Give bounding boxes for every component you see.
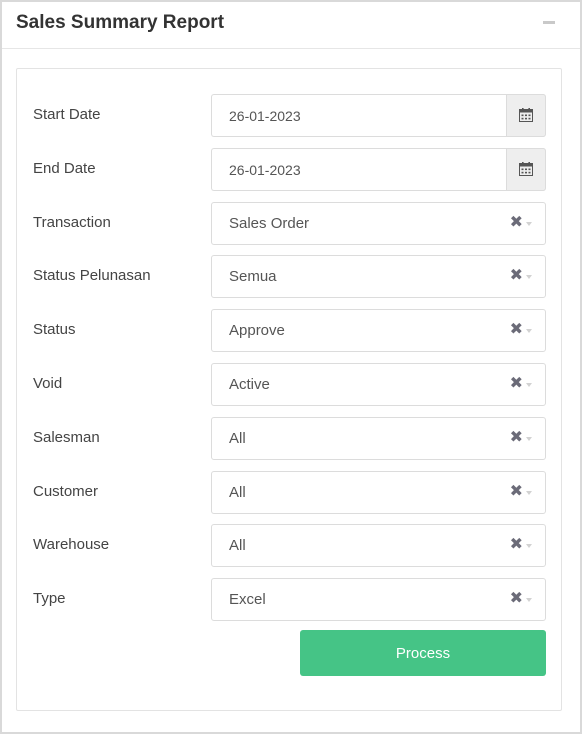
start-date-row: Start Date [17,94,561,137]
end-date-label: End Date [33,160,96,177]
panel-header: Sales Summary Report [2,2,580,49]
salesman-row: Salesman All ✖ [17,417,561,460]
clear-icon[interactable]: ✖ [510,375,523,393]
report-panel: Sales Summary Report Start Date 26-01-20… [0,0,582,734]
end-date-row: End Date [17,148,561,191]
chevron-down-icon [526,329,532,333]
customer-label: Customer [33,483,99,500]
chevron-down-icon [526,222,532,226]
chevron-down-icon [526,598,532,602]
clear-icon[interactable]: ✖ [510,267,523,285]
void-label: Void [33,375,63,392]
type-select[interactable]: Excel ✖ [211,578,546,621]
process-button[interactable]: Process [300,630,546,676]
start-date-label: Start Date [33,106,101,123]
void-row: Void Active ✖ [17,363,561,406]
status-row: Status Approve ✖ [17,309,561,352]
warehouse-row: Warehouse All ✖ [17,524,561,567]
void-select[interactable]: Active ✖ [211,363,546,406]
clear-icon[interactable]: ✖ [510,321,523,339]
warehouse-label: Warehouse [33,536,110,553]
void-value: Active [229,376,270,393]
chevron-down-icon [526,491,532,495]
calendar-icon [519,162,533,176]
calendar-icon [519,108,533,122]
salesman-select[interactable]: All ✖ [211,417,546,460]
clear-icon[interactable]: ✖ [510,483,523,501]
status-pelunasan-label: Status Pelunasan [33,267,151,284]
status-pelunasan-value: Semua [229,268,277,285]
customer-select[interactable]: All ✖ [211,471,546,514]
status-pelunasan-select[interactable]: Semua ✖ [211,255,546,298]
status-value: Approve [229,322,285,339]
clear-icon[interactable]: ✖ [510,536,523,554]
transaction-select[interactable]: Sales Order ✖ [211,202,546,245]
transaction-label: Transaction [33,214,111,231]
chevron-down-icon [526,544,532,548]
status-pelunasan-row: Status Pelunasan Semua ✖ [17,255,561,298]
type-label: Type [33,590,66,607]
status-select[interactable]: Approve ✖ [211,309,546,352]
end-date-input[interactable] [212,149,507,190]
end-date-field [211,148,546,191]
customer-value: All [229,484,246,501]
transaction-value: Sales Order [229,215,310,232]
start-date-input[interactable] [212,95,507,136]
chevron-down-icon [526,383,532,387]
customer-row: Customer All ✖ [17,471,561,514]
clear-icon[interactable]: ✖ [510,429,523,447]
salesman-label: Salesman [33,429,100,446]
clear-icon[interactable]: ✖ [510,214,523,232]
chevron-down-icon [526,275,532,279]
page-title: Sales Summary Report [16,12,225,33]
warehouse-value: All [229,537,246,554]
type-value: Excel [229,591,266,608]
end-date-calendar-button[interactable] [506,148,546,191]
type-row: Type Excel ✖ [17,578,561,621]
status-label: Status [33,321,76,338]
salesman-value: All [229,430,246,447]
report-form: Start Date 26-01-2023 End Date 26-01-202… [16,68,562,711]
warehouse-select[interactable]: All ✖ [211,524,546,567]
start-date-calendar-button[interactable] [506,94,546,137]
start-date-field [211,94,546,137]
chevron-down-icon [526,437,532,441]
transaction-row: Transaction Sales Order ✖ [17,202,561,245]
collapse-icon[interactable] [543,21,555,24]
clear-icon[interactable]: ✖ [510,590,523,608]
